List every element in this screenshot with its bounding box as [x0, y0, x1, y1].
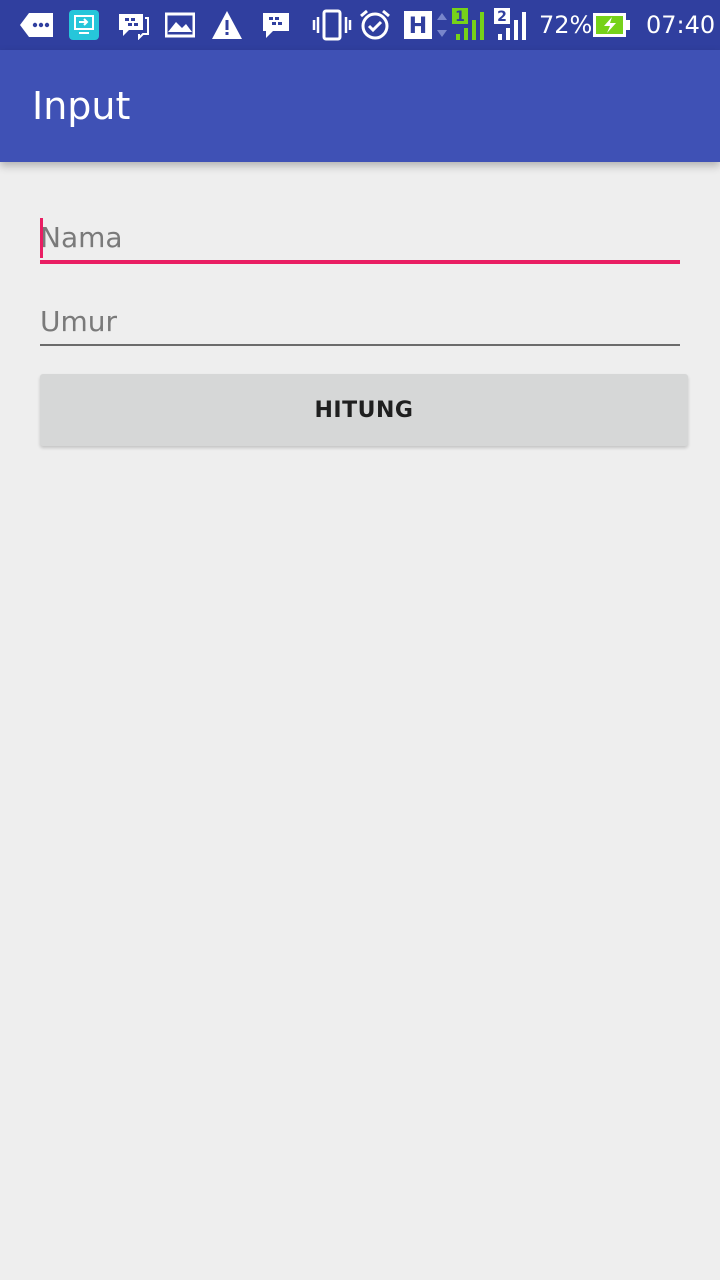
clock: 07:40 — [646, 11, 716, 39]
page-title: Input — [32, 84, 131, 128]
gallery-icon — [164, 9, 196, 41]
network-h-icon: H — [404, 9, 452, 41]
name-input[interactable] — [40, 212, 680, 262]
name-field-container — [40, 212, 680, 264]
messaging-icon — [18, 9, 56, 41]
app-bar: Input — [0, 50, 720, 162]
signal-sim2-icon: 2 — [494, 8, 530, 41]
age-input[interactable] — [40, 296, 680, 346]
screen-mirror-icon — [67, 9, 101, 41]
svg-text:2: 2 — [497, 9, 507, 25]
bbm-icon — [116, 9, 150, 41]
signal-sim1-icon: 1 — [452, 8, 488, 41]
battery-percent: 72% — [539, 11, 593, 39]
warning-icon — [211, 9, 243, 41]
name-input-underline — [40, 260, 680, 264]
text-cursor — [40, 218, 43, 258]
svg-text:1: 1 — [455, 9, 465, 25]
hitung-button[interactable]: HITUNG — [40, 374, 688, 446]
svg-text:H: H — [409, 14, 427, 39]
vibrate-icon — [312, 9, 352, 41]
battery-charging-icon — [592, 9, 632, 41]
status-bar: H 1 2 72% 07:40 — [0, 0, 720, 50]
age-input-underline — [40, 344, 680, 346]
age-field-container — [40, 296, 680, 346]
bbm-chat-icon — [260, 9, 292, 41]
alarm-icon — [357, 9, 393, 41]
